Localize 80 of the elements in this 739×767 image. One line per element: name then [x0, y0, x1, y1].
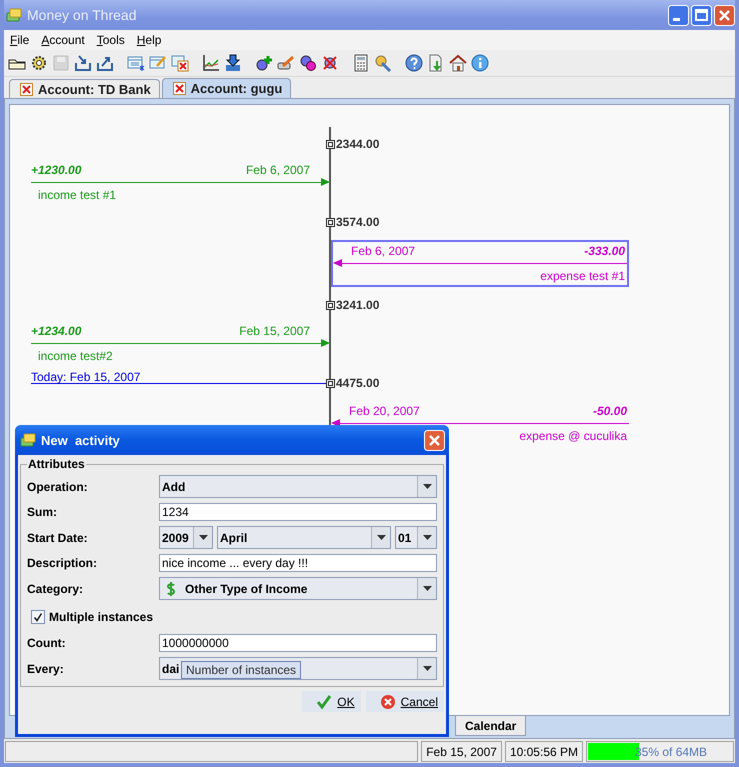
dropdown[interactable]: April: [217, 526, 391, 549]
balance-value: 4475.00: [336, 376, 380, 390]
cancel-icon: [380, 694, 396, 710]
tooltip: Number of instances: [181, 661, 302, 679]
checkbox[interactable]: [31, 610, 45, 624]
entry-description: income test #1: [37, 187, 118, 204]
add-icon[interactable]: [255, 54, 273, 72]
entry-description: income test#2: [37, 348, 114, 365]
entry-date: Feb 15, 2007: [239, 324, 310, 338]
menu-item[interactable]: Account: [37, 33, 91, 47]
checkbox-label: Multiple instances: [49, 610, 154, 624]
money-icon: [6, 7, 22, 23]
timeline-entry[interactable]: Feb 6, 2007 -333.00 expense test #1: [331, 240, 629, 287]
field-label: Description:: [27, 556, 98, 570]
menu-item[interactable]: File: [6, 33, 36, 47]
balance-marker-icon: [326, 300, 335, 310]
expense-amount: -333.00: [584, 244, 625, 258]
dollar-icon: [165, 580, 177, 596]
gear-icon[interactable]: [30, 54, 48, 72]
window-title: Money on Thread: [27, 7, 138, 23]
check-icon: [316, 694, 332, 710]
income-amount: +1230.00: [31, 163, 82, 177]
status-time: 10:05:56 PM: [504, 741, 583, 762]
balance-value: 3574.00: [336, 215, 380, 229]
balance-value: 3241.00: [336, 298, 380, 312]
timeline-entry[interactable]: +1230.00 Feb 6, 2007 income test #1: [31, 162, 330, 204]
maximize-icon[interactable]: [691, 4, 712, 26]
calculator-icon[interactable]: [352, 54, 370, 72]
dropdown[interactable]: 01: [395, 526, 437, 549]
status-date: Feb 15, 2007: [421, 741, 502, 762]
input-field[interactable]: 1234: [159, 503, 437, 521]
field-label: Start Date:: [27, 530, 89, 544]
field-label: Sum:: [27, 505, 58, 519]
entry-description: expense test #1: [540, 268, 626, 285]
table-icon[interactable]: [127, 54, 145, 72]
import-icon[interactable]: [74, 54, 92, 72]
remove-icon[interactable]: [321, 54, 339, 72]
money-icon: [20, 432, 36, 448]
input-field[interactable]: nice income ... every day !!!: [159, 554, 437, 572]
dialog-title: New activity: [41, 432, 121, 448]
field-label: Category:: [27, 582, 84, 596]
today-label: Today: Feb 15, 2007: [31, 370, 140, 384]
delete-icon[interactable]: [171, 54, 189, 72]
tab[interactable]: Account: gugu: [162, 78, 292, 98]
download-icon[interactable]: [224, 54, 242, 72]
cancel-button[interactable]: Cancel: [366, 691, 444, 712]
circles-icon[interactable]: [299, 54, 317, 72]
minimize-icon[interactable]: [668, 4, 689, 26]
dropdown[interactable]: Other Type of Income: [159, 577, 437, 600]
field-label: Every:: [27, 662, 65, 676]
balance-marker-icon: [326, 218, 335, 226]
field-label: Count:: [27, 636, 67, 650]
close-icon[interactable]: [172, 82, 186, 95]
ok-button[interactable]: OK: [302, 691, 361, 712]
balance-value: 2344.00: [336, 137, 380, 151]
tab[interactable]: Account: TD Bank: [9, 79, 160, 98]
help-icon[interactable]: [405, 54, 423, 72]
dropdown[interactable]: Add: [159, 475, 437, 498]
input-field[interactable]: 1000000000: [159, 634, 437, 652]
group-title: Attributes: [27, 457, 86, 471]
close-icon[interactable]: [20, 82, 33, 96]
timeline-entry[interactable]: +1234.00 Feb 15, 2007 income test#2: [31, 323, 330, 365]
balance-marker-icon: [326, 140, 335, 148]
pencil-icon[interactable]: [277, 54, 295, 72]
menu-item[interactable]: Help: [132, 33, 168, 47]
home-icon[interactable]: [449, 54, 467, 72]
expense-amount: -50.00: [592, 404, 627, 418]
field-label: Operation:: [27, 480, 89, 494]
chart-icon[interactable]: [202, 54, 220, 72]
entry-description: expense @ cuculika: [519, 428, 628, 445]
menu-item[interactable]: Tools: [92, 33, 131, 47]
entry-date: Feb 6, 2007: [351, 244, 416, 258]
balance-marker-icon: [326, 378, 335, 388]
info-icon[interactable]: [471, 54, 489, 72]
tab[interactable]: Calendar: [455, 716, 526, 736]
income-amount: +1234.00: [31, 324, 82, 338]
entry-date: Feb 20, 2007: [349, 404, 420, 418]
dropdown[interactable]: 2009: [159, 526, 213, 549]
entry-date: Feb 6, 2007: [246, 163, 310, 177]
export-icon[interactable]: [96, 54, 114, 72]
